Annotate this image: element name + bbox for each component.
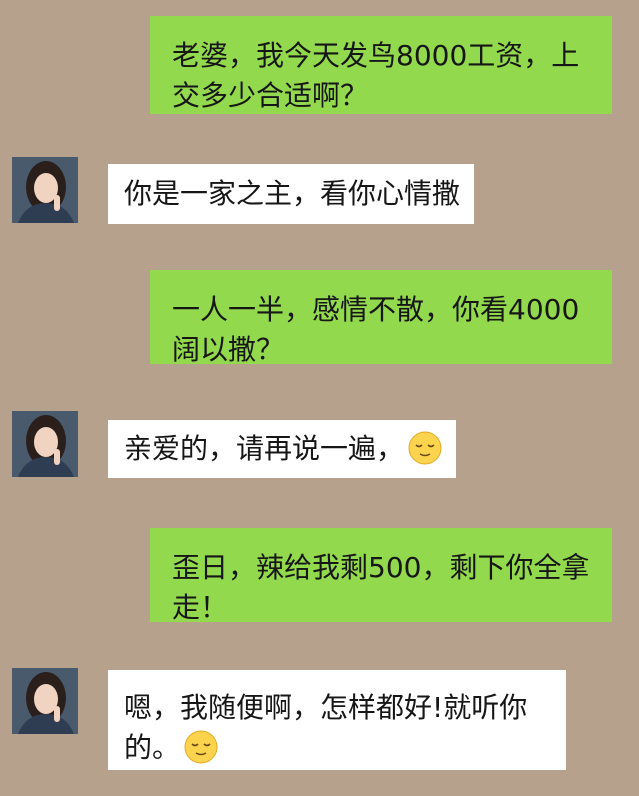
avatar-image-icon <box>12 411 78 477</box>
incoming-message-bubble[interactable]: 嗯，我随便啊，怎样都好!就听你的。 <box>108 670 566 770</box>
contact-avatar[interactable] <box>12 157 78 223</box>
relieved-face-icon <box>184 730 218 764</box>
outgoing-message-bubble[interactable]: 歪日，辣给我剩500，剩下你全拿走！ <box>150 528 612 624</box>
relieved-face-icon <box>408 431 442 465</box>
message-text: 歪日，辣给我剩500，剩下你全拿走！ <box>172 551 590 624</box>
chat-screen: { "colors": { "background": "#b5a18c", "… <box>0 0 639 796</box>
avatar-image-icon <box>12 157 78 223</box>
message-text: 你是一家之主，看你心情撒 <box>124 177 461 210</box>
avatar-image-icon <box>12 668 78 734</box>
incoming-message-bubble[interactable]: 亲爱的，请再说一遍， <box>108 420 457 478</box>
message-text: 亲爱的，请再说一遍， <box>124 432 405 465</box>
outgoing-message-bubble[interactable]: 老婆，我今天发鸟8000工资，上交多少合适啊？ <box>150 16 612 114</box>
contact-avatar[interactable] <box>12 668 78 734</box>
contact-avatar[interactable] <box>12 411 78 477</box>
message-text: 一人一半，感情不散，你看4000阔以撒？ <box>172 293 580 366</box>
incoming-message-bubble[interactable]: 你是一家之主，看你心情撒 <box>108 164 475 224</box>
outgoing-message-bubble[interactable]: 一人一半，感情不散，你看4000阔以撒？ <box>150 270 612 366</box>
message-text: 老婆，我今天发鸟8000工资，上交多少合适啊？ <box>172 39 580 112</box>
